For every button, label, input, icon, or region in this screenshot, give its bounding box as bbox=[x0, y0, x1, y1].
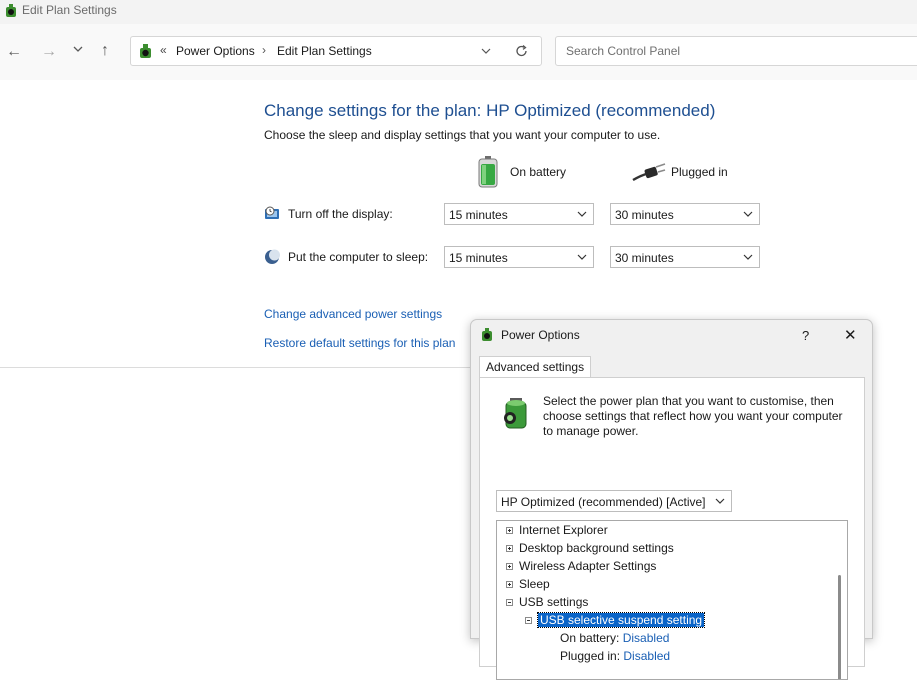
forward-arrow-icon[interactable]: → bbox=[41, 44, 57, 60]
tree-item-sleep[interactable]: Sleep bbox=[506, 575, 550, 593]
window-title: Edit Plan Settings bbox=[22, 3, 117, 17]
chevron-down-icon bbox=[743, 211, 753, 217]
power-options-dialog: Power Options ? ✕ Advanced settings Sele… bbox=[470, 319, 873, 680]
expand-icon[interactable] bbox=[506, 545, 513, 553]
chevron-down-icon bbox=[577, 254, 587, 260]
power-plug-icon bbox=[632, 163, 666, 182]
tree-item-label: Sleep bbox=[519, 577, 550, 591]
tree-item-label: Plugged in: bbox=[560, 649, 621, 663]
tree-item-on-battery[interactable]: On battery: Disabled bbox=[560, 629, 669, 647]
restore-default-settings-link[interactable]: Restore default settings for this plan bbox=[264, 336, 455, 350]
tree-item-wireless-adapter[interactable]: Wireless Adapter Settings bbox=[506, 557, 656, 575]
battery-icon bbox=[478, 156, 498, 188]
display-on-battery-value: 15 minutes bbox=[449, 208, 508, 222]
chevron-down-icon bbox=[743, 254, 753, 260]
tab-advanced-settings[interactable]: Advanced settings bbox=[479, 356, 592, 378]
put-computer-to-sleep-label: Put the computer to sleep: bbox=[288, 250, 429, 264]
tree-item-label: Internet Explorer bbox=[519, 523, 608, 537]
tree-scrollbar-thumb[interactable] bbox=[838, 575, 841, 679]
tree-item-usb-selective-suspend[interactable]: USB selective suspend setting bbox=[525, 611, 706, 629]
window-title-bar: Edit Plan Settings bbox=[0, 0, 917, 24]
dialog-title: Power Options bbox=[501, 328, 580, 342]
tree-item-internet-explorer[interactable]: Internet Explorer bbox=[506, 521, 608, 539]
back-arrow-icon[interactable]: ← bbox=[6, 44, 22, 60]
plugged-in-column-header: Plugged in bbox=[671, 165, 728, 179]
expand-icon[interactable] bbox=[506, 527, 513, 535]
dialog-description: Select the power plan that you want to c… bbox=[543, 394, 843, 438]
power-options-icon bbox=[6, 4, 16, 17]
recent-locations-chevron-icon[interactable] bbox=[73, 42, 83, 58]
battery-power-icon bbox=[504, 398, 527, 429]
change-advanced-power-settings-link[interactable]: Change advanced power settings bbox=[264, 307, 442, 321]
display-on-battery-select[interactable]: 15 minutes bbox=[444, 203, 594, 225]
control-panel-icon bbox=[140, 44, 151, 58]
search-input[interactable] bbox=[564, 43, 908, 59]
dialog-tab-container: Advanced settings Select the power plan … bbox=[479, 356, 865, 680]
page-heading: Change settings for the plan: HP Optimiz… bbox=[264, 101, 716, 120]
close-button[interactable]: ✕ bbox=[844, 326, 857, 344]
advanced-settings-panel: Select the power plan that you want to c… bbox=[479, 377, 865, 680]
sleep-plugged-in-select[interactable]: 30 minutes bbox=[610, 246, 760, 268]
up-arrow-icon[interactable]: ↑ bbox=[101, 43, 109, 59]
breadcrumb-overflow-icon[interactable]: « bbox=[160, 43, 167, 57]
search-box[interactable] bbox=[555, 36, 917, 66]
on-battery-column-header: On battery bbox=[510, 165, 567, 179]
power-plan-select[interactable]: HP Optimized (recommended) [Active] bbox=[496, 490, 732, 512]
advanced-settings-tree[interactable]: Internet Explorer Desktop background set… bbox=[496, 520, 848, 680]
expand-icon[interactable] bbox=[506, 581, 513, 589]
tree-item-label: On battery: bbox=[560, 631, 620, 645]
chevron-down-icon bbox=[715, 498, 725, 504]
sleep-on-battery-select[interactable]: 15 minutes bbox=[444, 246, 594, 268]
tree-item-label: Wireless Adapter Settings bbox=[519, 559, 657, 573]
page-subheading: Choose the sleep and display settings th… bbox=[264, 128, 661, 142]
tree-item-plugged-in[interactable]: Plugged in: Disabled bbox=[560, 647, 670, 665]
expand-icon[interactable] bbox=[506, 563, 513, 571]
tree-item-label: Desktop background settings bbox=[519, 541, 674, 555]
navigation-bar: ← → ↑ « Power Options › Edit Plan Settin… bbox=[0, 24, 917, 80]
chevron-down-icon bbox=[577, 211, 587, 217]
on-battery-value-link[interactable]: Disabled bbox=[623, 631, 670, 645]
section-divider bbox=[0, 367, 470, 368]
display-plugged-in-select[interactable]: 30 minutes bbox=[610, 203, 760, 225]
breadcrumb-separator: › bbox=[262, 43, 266, 57]
collapse-icon[interactable] bbox=[525, 617, 532, 625]
sleep-on-battery-value: 15 minutes bbox=[449, 251, 508, 265]
breadcrumb-edit-plan-settings[interactable]: Edit Plan Settings bbox=[277, 44, 372, 58]
tree-item-desktop-background[interactable]: Desktop background settings bbox=[506, 539, 674, 557]
display-plugged-in-value: 30 minutes bbox=[615, 208, 674, 222]
tree-item-usb-settings[interactable]: USB settings bbox=[506, 593, 588, 611]
tree-item-label: USB settings bbox=[519, 595, 589, 609]
sleep-plugged-in-value: 30 minutes bbox=[615, 251, 674, 265]
tree-item-label-selected: USB selective suspend setting bbox=[536, 612, 706, 628]
power-plan-value: HP Optimized (recommended) [Active] bbox=[501, 495, 706, 509]
sleep-moon-icon bbox=[265, 249, 280, 264]
turn-off-display-label: Turn off the display: bbox=[288, 207, 393, 221]
address-bar[interactable]: « Power Options › Edit Plan Settings bbox=[130, 36, 542, 66]
refresh-icon[interactable] bbox=[515, 44, 529, 58]
address-dropdown-chevron-icon[interactable] bbox=[481, 47, 491, 55]
breadcrumb-power-options[interactable]: Power Options bbox=[176, 44, 255, 58]
power-options-icon bbox=[482, 328, 492, 341]
plugged-in-value-link[interactable]: Disabled bbox=[623, 649, 670, 663]
display-monitor-icon bbox=[265, 206, 279, 219]
help-button[interactable]: ? bbox=[802, 328, 809, 343]
collapse-icon[interactable] bbox=[506, 599, 513, 607]
